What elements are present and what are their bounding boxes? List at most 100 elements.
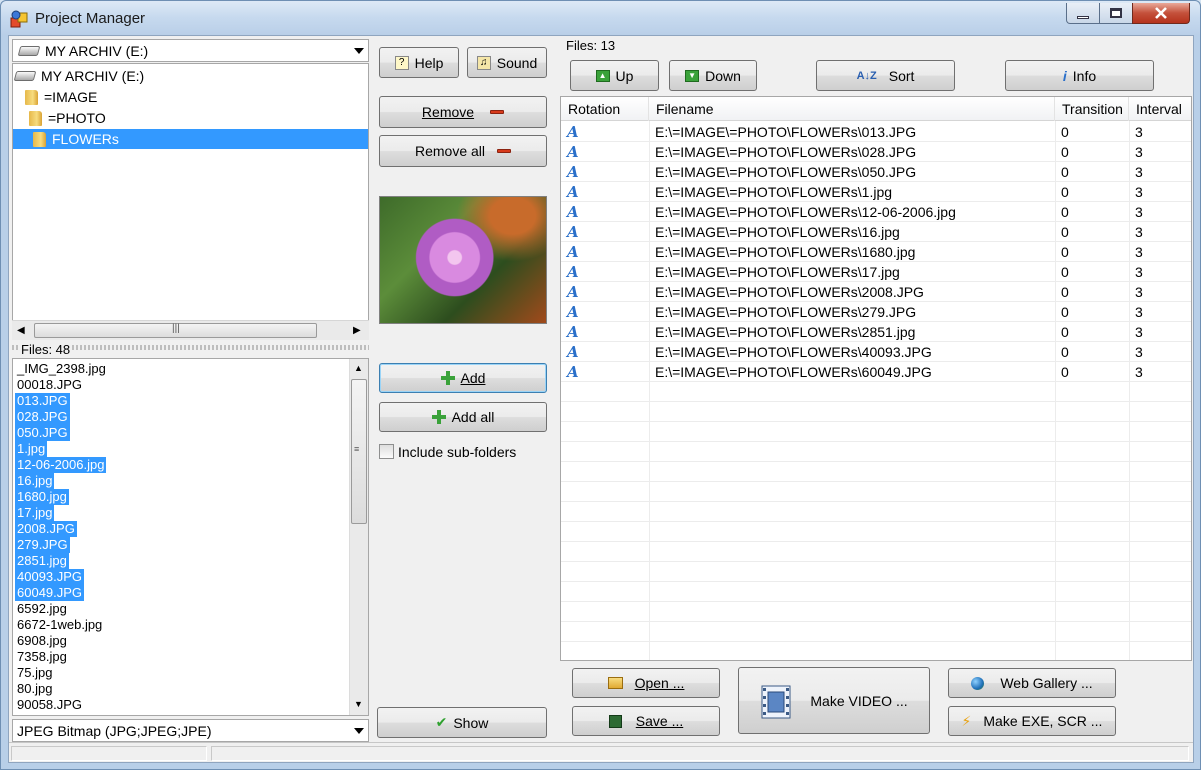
file-list-item[interactable]: 6592.jpg (15, 601, 69, 617)
cell-filename: E:\=IMAGE\=PHOTO\FLOWERs\60049.JPG (655, 364, 932, 380)
folder-tree[interactable]: MY ARCHIV (E:) =IMAGE =PHOTO FLOWERs (12, 63, 369, 340)
make-video-button[interactable]: Make VIDEO ... (738, 667, 930, 734)
file-list-item[interactable]: 2851.jpg (15, 553, 69, 569)
web-gallery-button[interactable]: Web Gallery ... (948, 668, 1116, 698)
maximize-button[interactable] (1099, 3, 1133, 24)
file-list-item[interactable]: 60049.JPG (15, 585, 85, 601)
table-row[interactable]: A E:\=IMAGE\=PHOTO\FLOWERs\17.jpg 0 3 (561, 262, 1191, 282)
rotation-icon[interactable]: A (561, 122, 579, 142)
column-header-rotation[interactable]: Rotation (561, 97, 649, 121)
file-list-item[interactable]: 279.JPG (15, 537, 70, 553)
file-list-item[interactable]: 7358.jpg (15, 649, 69, 665)
table-row[interactable]: A E:\=IMAGE\=PHOTO\FLOWERs\16.jpg 0 3 (561, 222, 1191, 242)
file-list-item[interactable]: 12-06-2006.jpg (15, 457, 107, 473)
window-title: Project Manager (35, 10, 146, 27)
rotation-icon[interactable]: A (561, 302, 579, 322)
file-list-item[interactable]: 16.jpg (15, 473, 55, 489)
table-row[interactable]: A E:\=IMAGE\=PHOTO\FLOWERs\40093.JPG 0 3 (561, 342, 1191, 362)
remove-button[interactable]: Remove (379, 96, 547, 128)
rotation-icon[interactable]: A (561, 362, 579, 382)
file-list-item[interactable]: 6672-1web.jpg (15, 617, 104, 633)
info-button[interactable]: i Info (1005, 60, 1154, 91)
file-list-item[interactable]: 028.JPG (15, 409, 70, 425)
include-subfolders-checkbox[interactable] (379, 444, 394, 459)
file-list-item[interactable]: 00018.JPG (15, 377, 84, 393)
save-button[interactable]: Save ... (572, 706, 720, 736)
rotation-icon[interactable]: A (561, 322, 579, 342)
file-list-item[interactable]: 80.jpg (15, 681, 54, 697)
file-list-item[interactable]: 050.JPG (15, 425, 70, 441)
table-row[interactable]: A E:\=IMAGE\=PHOTO\FLOWERs\2008.JPG 0 3 (561, 282, 1191, 302)
rotation-icon[interactable]: A (561, 242, 579, 262)
remove-all-button[interactable]: Remove all (379, 135, 547, 167)
add-button[interactable]: Add (379, 363, 547, 393)
minimize-button[interactable] (1066, 3, 1100, 24)
column-header-interval[interactable]: Interval (1129, 97, 1191, 121)
add-all-button[interactable]: Add all (379, 402, 547, 432)
file-list-vertical-scrollbar[interactable]: ▲ ≡ ▼ (349, 359, 368, 715)
client-area: MY ARCHIV (E:) MY ARCHIV (E:) =IMAGE =PH… (8, 35, 1194, 763)
cell-filename: E:\=IMAGE\=PHOTO\FLOWERs\12-06-2006.jpg (655, 204, 956, 220)
table-row[interactable]: A E:\=IMAGE\=PHOTO\FLOWERs\60049.JPG 0 3 (561, 362, 1191, 382)
file-list-item[interactable]: 40093.JPG (15, 569, 85, 585)
rotation-icon[interactable]: A (561, 162, 579, 182)
table-row[interactable]: A E:\=IMAGE\=PHOTO\FLOWERs\279.JPG 0 3 (561, 302, 1191, 322)
file-list-item[interactable]: 6908.jpg (15, 633, 69, 649)
rotation-icon[interactable]: A (561, 202, 579, 222)
cell-transition: 0 (1061, 364, 1069, 380)
file-list[interactable]: _IMG_2398.jpg 00018.JPG 013.JPG 028.JPG 050.… (12, 358, 369, 716)
tree-item-photo[interactable]: =PHOTO (29, 108, 229, 128)
move-down-button[interactable]: ▼ Down (669, 60, 757, 91)
tree-item-image[interactable]: =IMAGE (25, 87, 225, 107)
files-count-left: Files: 48 (19, 342, 73, 357)
grid-row-divider (561, 581, 1191, 582)
file-list-item[interactable]: 17.jpg (15, 505, 55, 521)
table-row[interactable]: A E:\=IMAGE\=PHOTO\FLOWERs\013.JPG 0 3 (561, 122, 1191, 142)
file-type-filter-combo[interactable]: JPEG Bitmap (JPG;JPEG;JPE) (12, 719, 369, 742)
table-row[interactable]: A E:\=IMAGE\=PHOTO\FLOWERs\12-06-2006.jpg… (561, 202, 1191, 222)
rotation-icon[interactable]: A (561, 342, 579, 362)
column-header-filename[interactable]: Filename (649, 97, 1055, 121)
file-list-item[interactable]: 2008.JPG (15, 521, 77, 537)
drive-combo[interactable]: MY ARCHIV (E:) (12, 39, 369, 62)
table-row[interactable]: A E:\=IMAGE\=PHOTO\FLOWERs\050.JPG 0 3 (561, 162, 1191, 182)
table-row[interactable]: A E:\=IMAGE\=PHOTO\FLOWERs\1680.jpg 0 3 (561, 242, 1191, 262)
table-row[interactable]: A E:\=IMAGE\=PHOTO\FLOWERs\028.JPG 0 3 (561, 142, 1191, 162)
cell-interval: 3 (1135, 344, 1143, 360)
rotation-icon[interactable]: A (561, 142, 579, 162)
web-gallery-button-label: Web Gallery ... (1000, 675, 1093, 691)
rotation-icon[interactable]: A (561, 262, 579, 282)
cell-transition: 0 (1061, 124, 1069, 140)
rotation-icon[interactable]: A (561, 282, 579, 302)
plus-icon (440, 371, 455, 385)
move-up-button[interactable]: ▲ Up (570, 60, 659, 91)
rotation-icon[interactable]: A (561, 182, 579, 202)
tree-item-drive[interactable]: MY ARCHIV (E:) (13, 66, 215, 86)
table-row[interactable]: A E:\=IMAGE\=PHOTO\FLOWERs\2851.jpg 0 3 (561, 322, 1191, 342)
tree-item-flowers[interactable]: FLOWERs (13, 129, 368, 149)
cell-interval: 3 (1135, 124, 1143, 140)
scroll-up-icon: ▲ (354, 363, 363, 373)
file-list-item[interactable]: _IMG_2398.jpg (15, 361, 108, 377)
file-list-item[interactable]: 1.jpg (15, 441, 48, 457)
tree-item-label: =PHOTO (48, 110, 106, 126)
file-list-item[interactable]: 1680.jpg (15, 489, 69, 505)
show-button[interactable]: ✔ Show (377, 707, 547, 738)
title-bar[interactable]: Project Manager (1, 1, 1200, 35)
tree-horizontal-scrollbar[interactable]: ◀ ||| ▶ (12, 320, 369, 340)
close-button[interactable] (1132, 3, 1190, 24)
file-list-item[interactable]: 90058.JPG (15, 697, 84, 713)
help-button[interactable]: ? Help (379, 47, 459, 78)
playlist-grid[interactable]: Rotation Filename Transition Interval A E… (560, 96, 1192, 661)
column-header-transition[interactable]: Transition (1055, 97, 1129, 121)
file-list-item[interactable]: d51.jpg (15, 713, 62, 715)
file-list-item[interactable]: 75.jpg (15, 665, 54, 681)
rotation-icon[interactable]: A (561, 222, 579, 242)
sound-button[interactable]: ♫ Sound (467, 47, 547, 78)
file-list-item[interactable]: 013.JPG (15, 393, 70, 409)
make-exe-button[interactable]: ⚡ Make EXE, SCR ... (948, 706, 1116, 736)
open-button[interactable]: Open ... (572, 668, 720, 698)
sort-button[interactable]: A↓Z Sort (816, 60, 955, 91)
grid-row-divider (561, 401, 1191, 402)
table-row[interactable]: A E:\=IMAGE\=PHOTO\FLOWERs\1.jpg 0 3 (561, 182, 1191, 202)
